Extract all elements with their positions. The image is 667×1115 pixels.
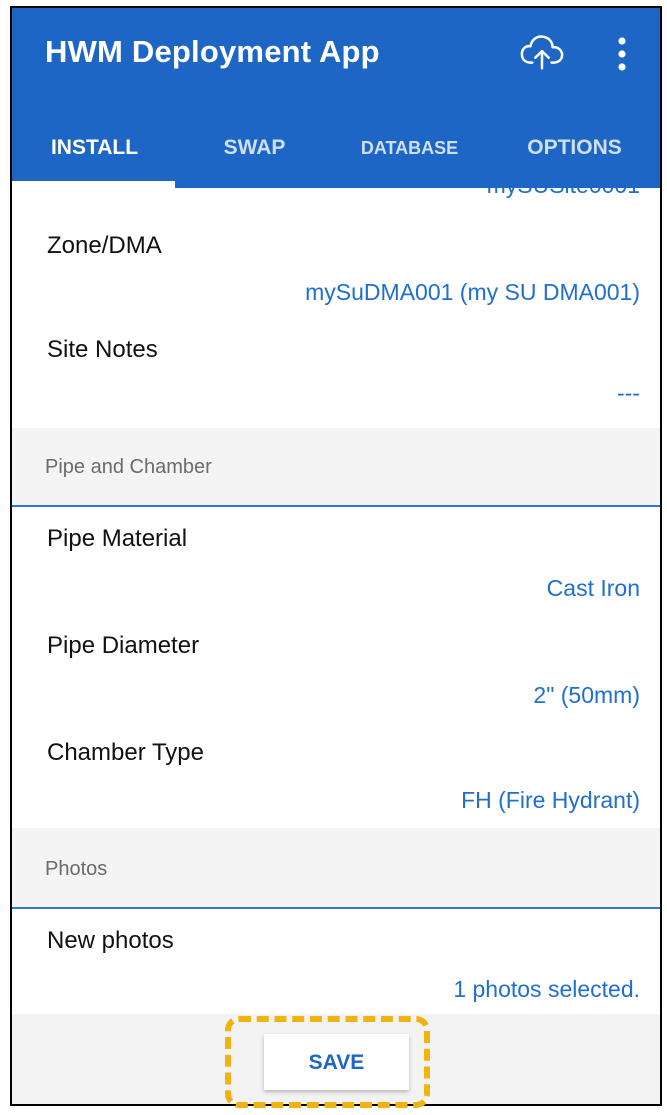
chamber-type-row[interactable]: Chamber Type FH (Fire Hydrant) — [12, 721, 660, 829]
app-bar: HWM Deployment App INSTALL SWAP DATABASE… — [12, 8, 660, 188]
form-content[interactable]: mySUSite0001 Zone/DMA mySuDMA001 (my SU … — [12, 188, 660, 1018]
row-value: 1 photos selected. — [453, 976, 640, 1002]
tab-swap[interactable]: SWAP — [177, 113, 332, 188]
pipe-material-row[interactable]: Pipe Material Cast Iron — [12, 507, 660, 615]
row-value: FH (Fire Hydrant) — [461, 787, 640, 813]
row-label: Site Notes — [47, 336, 158, 363]
more-vert-icon[interactable] — [612, 34, 632, 74]
row-value: 2" (50mm) — [533, 682, 640, 708]
save-highlight-box — [225, 1016, 430, 1108]
section-title: Pipe and Chamber — [45, 456, 212, 478]
cloud-upload-icon[interactable] — [519, 30, 565, 76]
app-screen: HWM Deployment App INSTALL SWAP DATABASE… — [10, 6, 662, 1106]
row-label: Zone/DMA — [47, 232, 162, 259]
site-row-partial[interactable]: mySUSite0001 — [12, 188, 660, 215]
tab-bar: INSTALL SWAP DATABASE OPTIONS — [12, 113, 660, 188]
row-label: Chamber Type — [47, 739, 204, 766]
active-tab-indicator — [12, 181, 175, 188]
new-photos-row[interactable]: New photos 1 photos selected. — [12, 909, 660, 1016]
row-label: Pipe Diameter — [47, 632, 200, 659]
site-value: mySUSite0001 — [487, 188, 640, 199]
tab-database[interactable]: DATABASE — [332, 113, 487, 188]
row-value: --- — [617, 380, 640, 406]
tab-install[interactable]: INSTALL — [12, 113, 177, 188]
pipe-diameter-row[interactable]: Pipe Diameter 2" (50mm) — [12, 614, 660, 722]
tab-options[interactable]: OPTIONS — [487, 113, 660, 188]
row-label: Pipe Material — [47, 525, 188, 552]
row-label: New photos — [47, 927, 174, 954]
app-title: HWM Deployment App — [45, 34, 380, 69]
section-header-pipe-chamber: Pipe and Chamber — [12, 428, 660, 507]
zone-dma-row[interactable]: Zone/DMA mySuDMA001 (my SU DMA001) — [12, 214, 660, 319]
row-value: mySuDMA001 (my SU DMA001) — [305, 279, 640, 305]
section-title: Photos — [45, 858, 108, 880]
row-value: Cast Iron — [546, 575, 640, 601]
section-header-photos: Photos — [12, 828, 660, 909]
site-notes-row[interactable]: Site Notes --- — [12, 318, 660, 429]
